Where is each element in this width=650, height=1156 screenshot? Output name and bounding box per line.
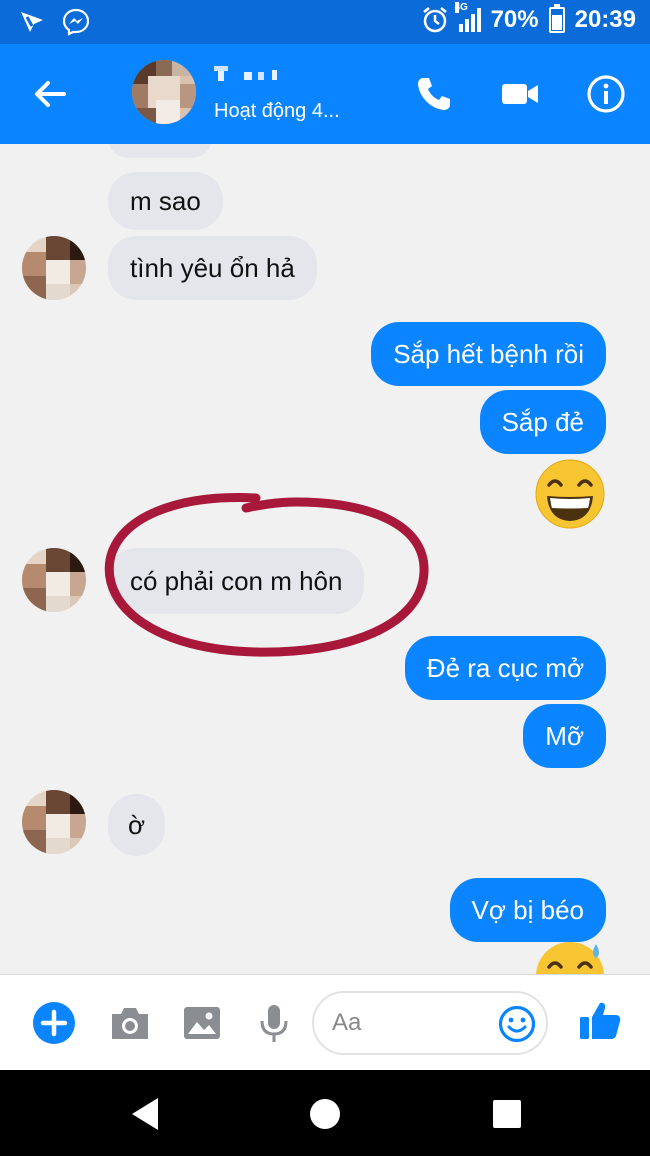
camera-icon[interactable] <box>108 1001 152 1045</box>
phone-icon[interactable] <box>414 74 454 114</box>
grinning-emoji <box>534 458 606 535</box>
grinning-sweat-emoji <box>534 940 606 974</box>
contact-name <box>214 62 304 84</box>
image-icon[interactable] <box>180 1001 224 1045</box>
message-list[interactable]: m sao tình yêu ổn hả Sắp hết bệnh rồi Sắ… <box>0 144 650 974</box>
nav-back-icon[interactable] <box>126 1094 166 1134</box>
signal-icon: 4G <box>454 2 481 32</box>
emoji-icon[interactable] <box>498 1005 536 1043</box>
conversation-header: Hoạt động 4... <box>0 44 650 144</box>
message-input[interactable] <box>332 1005 492 1041</box>
sender-avatar[interactable] <box>22 548 86 612</box>
outgoing-message[interactable]: Vợ bị béo <box>449 878 606 942</box>
app-notification-icon <box>18 8 46 36</box>
message-input-container[interactable] <box>312 991 548 1055</box>
outgoing-message[interactable]: Sắp đẻ <box>479 390 606 454</box>
incoming-message[interactable]: m sao <box>108 172 223 230</box>
status-bar: 4G 70% 20:39 <box>0 0 650 44</box>
nav-recents-icon[interactable] <box>487 1094 527 1134</box>
back-arrow-icon[interactable] <box>30 74 70 114</box>
outgoing-message[interactable]: Đẻ ra cục mở <box>404 636 606 700</box>
thumbs-up-icon[interactable] <box>578 999 622 1043</box>
message-composer <box>0 974 650 1070</box>
plus-icon[interactable] <box>32 1001 76 1045</box>
alarm-icon <box>421 6 449 34</box>
outgoing-message[interactable]: Mỡ <box>523 704 606 768</box>
highlight-circle <box>104 493 429 657</box>
info-icon[interactable] <box>586 74 626 114</box>
contact-avatar[interactable] <box>132 60 196 124</box>
incoming-message[interactable]: tình yêu ổn hả <box>108 236 317 300</box>
battery-percent: 70% <box>490 6 539 33</box>
system-navigation-bar <box>0 1070 650 1156</box>
nav-home-icon[interactable] <box>305 1094 345 1134</box>
outgoing-message[interactable]: Sắp hết bệnh rồi <box>371 322 606 386</box>
microphone-icon[interactable] <box>252 1001 296 1045</box>
messenger-icon <box>62 8 90 36</box>
incoming-message[interactable]: ờ <box>108 794 166 856</box>
video-camera-icon[interactable] <box>500 74 540 114</box>
message-bubble-cutoff <box>108 144 212 158</box>
clock: 20:39 <box>574 6 636 33</box>
contact-active-status: Hoạt động 4... <box>214 100 340 122</box>
sender-avatar[interactable] <box>22 236 86 300</box>
battery-icon <box>548 4 565 33</box>
network-type: 4G <box>454 2 468 13</box>
sender-avatar[interactable] <box>22 790 86 854</box>
